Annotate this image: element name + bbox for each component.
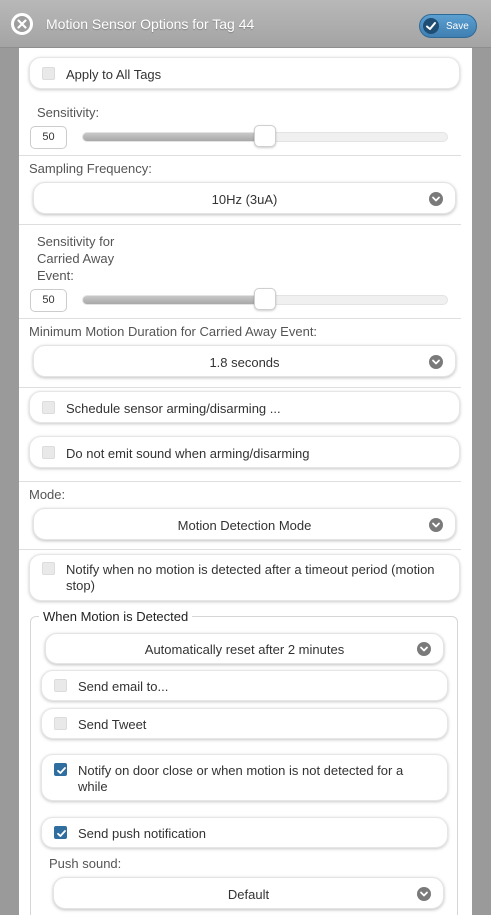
chevron-down-icon (417, 887, 431, 901)
carried-sensitivity-slider-fill (83, 296, 265, 304)
push-sound-select[interactable]: Default (53, 877, 444, 909)
dialog-title: Motion Sensor Options for Tag 44 (46, 16, 255, 32)
mode-select[interactable]: Motion Detection Mode (33, 508, 456, 540)
chevron-down-icon (429, 192, 443, 206)
notify-timeout-checkbox[interactable] (42, 562, 55, 575)
sampling-frequency-select[interactable]: 10Hz (3uA) (33, 182, 456, 214)
min-duration-select[interactable]: 1.8 seconds (33, 345, 456, 377)
options-panel: Apply to All Tags Sensitivity: 50 Sampli… (19, 48, 472, 915)
send-email-checkbox[interactable] (54, 679, 67, 692)
send-tweet-row[interactable]: Send Tweet (41, 708, 448, 739)
send-tweet-label: Send Tweet (78, 717, 147, 732)
auto-reset-value: Automatically reset after 2 minutes (144, 642, 345, 657)
no-sound-label: Do not emit sound when arming/disarming (66, 446, 310, 461)
mode-value: Motion Detection Mode (177, 518, 312, 533)
min-duration-value: 1.8 seconds (209, 355, 280, 370)
push-sound-value: Default (227, 887, 270, 902)
sensitivity-slider-fill (83, 133, 265, 141)
notify-door-label-line2: while (78, 779, 108, 794)
notify-door-row[interactable]: Notify on door close or when motion is n… (41, 754, 448, 801)
sensitivity-value-input[interactable]: 50 (30, 126, 67, 149)
notify-door-label-line1: Notify on door close or when motion is n… (78, 763, 404, 778)
divider (19, 549, 461, 550)
auto-reset-select[interactable]: Automatically reset after 2 minutes (45, 633, 444, 664)
save-button[interactable]: Save (419, 14, 477, 38)
chevron-down-icon (429, 355, 443, 369)
divider (19, 481, 461, 482)
divider (19, 155, 461, 156)
apply-all-label: Apply to All Tags (66, 67, 162, 82)
dialog-titlebar: Motion Sensor Options for Tag 44 Save (0, 0, 491, 48)
push-notification-row[interactable]: Send push notification (41, 817, 448, 848)
sensitivity-label: Sensitivity: (37, 105, 100, 120)
push-sound-label: Push sound: (49, 856, 122, 871)
send-email-row[interactable]: Send email to... (41, 670, 448, 701)
divider (19, 224, 461, 225)
send-email-label: Send email to... (78, 679, 169, 694)
mode-label: Mode: (29, 487, 66, 502)
close-circle-icon[interactable] (11, 13, 33, 35)
no-sound-row[interactable]: Do not emit sound when arming/disarming (29, 436, 460, 468)
push-notification-label: Send push notification (78, 826, 206, 841)
schedule-arming-label: Schedule sensor arming/disarming ... (66, 401, 281, 416)
save-button-label: Save (446, 21, 469, 32)
notify-door-checkbox[interactable] (54, 763, 67, 776)
apply-all-tags-row[interactable]: Apply to All Tags (29, 57, 460, 89)
push-notification-checkbox[interactable] (54, 826, 67, 839)
divider (19, 387, 461, 388)
sampling-frequency-label: Sampling Frequency: (29, 161, 152, 176)
carried-sensitivity-value-input[interactable]: 50 (30, 289, 67, 312)
carried-sensitivity-label-line3: Event: (37, 268, 74, 283)
min-duration-label: Minimum Motion Duration for Carried Away… (29, 324, 318, 339)
chevron-down-icon (417, 642, 431, 656)
send-tweet-checkbox[interactable] (54, 717, 67, 730)
sensitivity-slider-thumb[interactable] (254, 125, 276, 147)
sampling-frequency-value: 10Hz (3uA) (211, 192, 278, 207)
apply-all-checkbox[interactable] (42, 67, 55, 80)
carried-sensitivity-label-line2: Carried Away (37, 251, 115, 266)
notify-timeout-label-line1: Notify when no motion is detected after … (66, 562, 435, 577)
notify-timeout-row[interactable]: Notify when no motion is detected after … (29, 554, 460, 601)
when-motion-legend: When Motion is Detected (39, 609, 193, 624)
schedule-arming-checkbox[interactable] (42, 401, 55, 414)
divider (19, 318, 461, 319)
notify-timeout-label-line2: stop) (66, 578, 95, 593)
chevron-down-icon (429, 518, 443, 532)
carried-sensitivity-label-line1: Sensitivity for (37, 234, 115, 249)
schedule-arming-row[interactable]: Schedule sensor arming/disarming ... (29, 391, 460, 423)
check-circle-icon (423, 18, 439, 34)
no-sound-checkbox[interactable] (42, 446, 55, 459)
carried-sensitivity-slider-thumb[interactable] (254, 288, 276, 310)
